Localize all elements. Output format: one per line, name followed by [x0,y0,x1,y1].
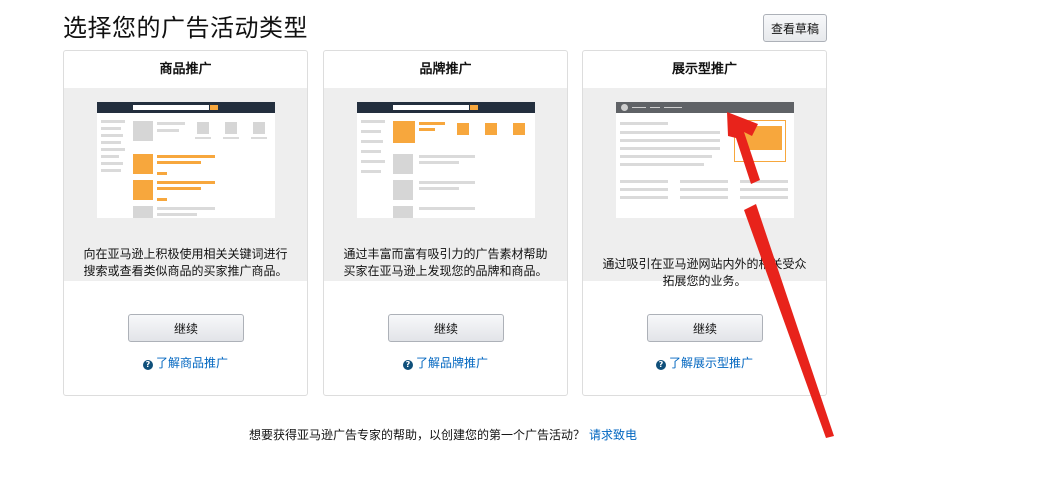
view-drafts-button[interactable]: 查看草稿 [763,14,827,42]
campaign-card-sponsored-display: 展示型推广 通过吸引在亚马逊网站内外的相关受众拓展您的业务。 继续 ? 了解展示… [582,50,827,396]
help-circle-icon: ? [402,360,413,370]
learn-more-link[interactable]: ? 了解展示型推广 [583,354,826,371]
learn-more-link[interactable]: ? 了解商品推广 [64,354,307,371]
continue-button[interactable]: 继续 [128,314,244,342]
campaign-card-sponsored-brands: 品牌推广 通过丰富而富有吸引力的广告素材帮助买家在亚马逊上发现您的品牌和商品。 … [323,50,568,396]
learn-more-link[interactable]: ? 了解品牌推广 [324,354,567,371]
card-preview-image [583,88,826,281]
card-title: 品牌推广 [419,62,472,77]
help-footer: 想要获得亚马逊广告专家的帮助，以创建您的第一个广告活动？ 请求致电 [249,426,637,443]
card-title: 展示型推广 [671,62,737,77]
continue-button[interactable]: 继续 [388,314,504,342]
card-description: 通过丰富而富有吸引力的广告素材帮助买家在亚马逊上发现您的品牌和商品。 [343,247,548,278]
footer-text: 想要获得亚马逊广告专家的帮助，以创建您的第一个广告活动？ [249,428,586,442]
request-call-link[interactable]: 请求致电 [589,428,637,442]
sponsored-display-mockup [616,102,794,218]
card-title: 商品推广 [159,62,212,77]
card-description: 通过吸引在亚马逊网站内外的相关受众拓展您的业务。 [602,257,807,288]
sponsored-products-mockup [97,102,275,218]
sponsored-brands-mockup [357,102,535,218]
continue-button[interactable]: 继续 [647,314,763,342]
campaign-card-sponsored-products: 商品推广 向在亚马逊上积极使用相关关键词进行搜索或查看类似商品的买家推广商品。 … [63,50,308,396]
card-description: 向在亚马逊上积极使用相关关键词进行搜索或查看类似商品的买家推广商品。 [83,247,288,278]
help-circle-icon: ? [142,360,153,370]
help-circle-icon: ? [655,360,666,370]
page-title: 选择您的广告活动类型 [63,14,308,42]
